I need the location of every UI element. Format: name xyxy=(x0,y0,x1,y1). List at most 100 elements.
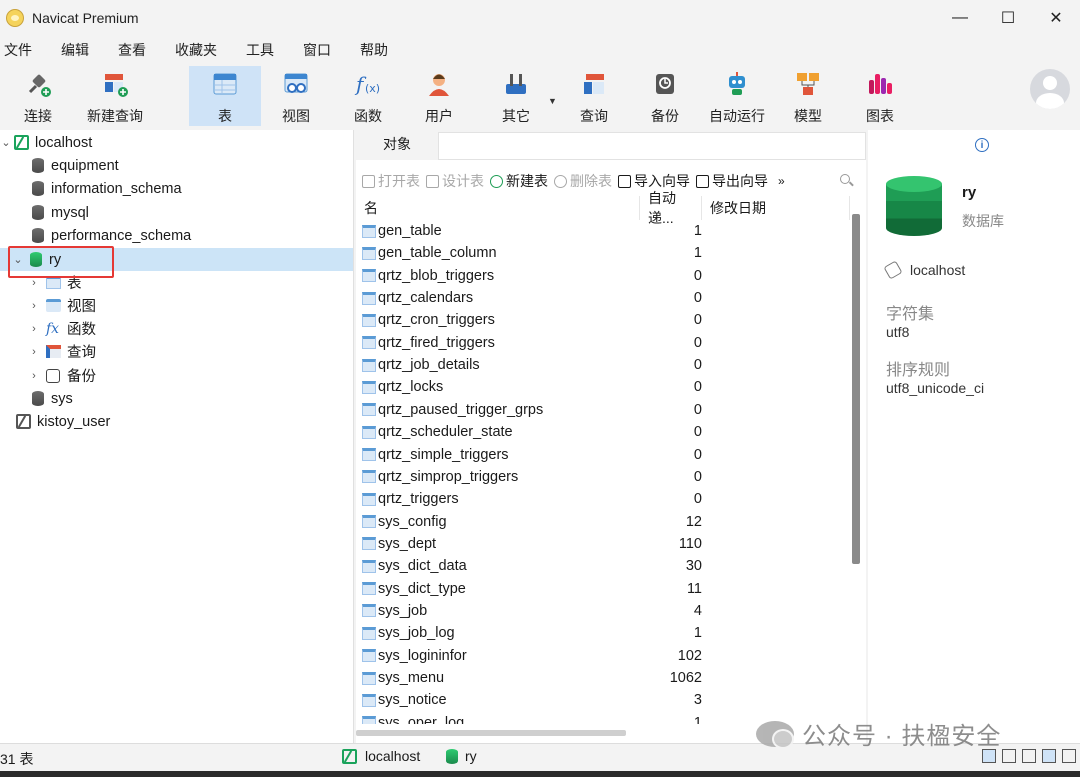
table-icon xyxy=(362,425,376,439)
tree-item-label: kistoy_user xyxy=(37,413,111,430)
table-row[interactable]: qrtz_simprop_triggers 0 xyxy=(356,466,850,488)
table-row[interactable]: sys_dict_type 11 xyxy=(356,578,850,600)
table-name: qrtz_cron_triggers xyxy=(378,312,495,329)
expand-arrow-icon[interactable]: › xyxy=(28,346,40,358)
table-name: sys_config xyxy=(378,513,447,530)
table-row[interactable]: sys_job_log 1 xyxy=(356,622,850,644)
close-button[interactable]: ✕ xyxy=(1032,0,1080,36)
tree-item-functions[interactable]: › fx 函数 xyxy=(0,317,353,340)
detail-view-icon[interactable] xyxy=(1002,749,1016,763)
new-query-button[interactable]: 新建查询 xyxy=(84,66,146,126)
minimize-button[interactable]: — xyxy=(936,0,984,36)
expand-arrow-icon[interactable]: › xyxy=(28,370,40,382)
info-icon[interactable]: i xyxy=(975,138,989,152)
avatar[interactable] xyxy=(1030,69,1070,109)
table-name-cell: sys_job xyxy=(362,600,427,622)
user-button[interactable]: 用户 xyxy=(415,66,463,126)
column-header-auto[interactable]: 自动递... xyxy=(640,190,702,226)
table-row[interactable]: qrtz_triggers 0 xyxy=(356,488,850,510)
tree-item-label: information_schema xyxy=(51,180,182,197)
table-row[interactable]: sys_notice 3 xyxy=(356,689,850,711)
connect-button[interactable]: 连接 xyxy=(14,66,62,126)
view-button[interactable]: 视图 xyxy=(272,66,320,126)
menu-view[interactable]: 查看 xyxy=(116,40,148,60)
horizontal-scrollbar[interactable] xyxy=(356,730,626,736)
column-header-modified[interactable]: 修改日期 xyxy=(702,196,850,220)
other-dropdown-icon[interactable]: ▼ xyxy=(548,96,557,106)
new-table-button[interactable]: 新建表 xyxy=(490,171,548,191)
more-actions-icon[interactable]: » xyxy=(778,174,785,188)
info-pane-icon[interactable] xyxy=(1042,749,1056,763)
table-name-cell: qrtz_paused_trigger_grps xyxy=(362,399,543,421)
tree-item-db[interactable]: performance_schema xyxy=(0,224,353,247)
table-row[interactable]: qrtz_calendars 0 xyxy=(356,287,850,309)
navicat-logo-icon xyxy=(6,9,24,27)
table-row[interactable]: qrtz_job_details 0 xyxy=(356,354,850,376)
menu-tools[interactable]: 工具 xyxy=(244,40,276,60)
menu-file[interactable]: 文件 xyxy=(2,40,34,60)
maximize-button[interactable]: ☐ xyxy=(984,0,1032,36)
table-row[interactable]: sys_dept 110 xyxy=(356,533,850,555)
column-header-name[interactable]: 名 xyxy=(356,196,640,220)
automation-button[interactable]: 自动运行 xyxy=(705,66,769,126)
tree-item-localhost[interactable]: ⌄ localhost xyxy=(0,131,353,154)
tree-item-backups[interactable]: › 备份 xyxy=(0,364,353,387)
table-row[interactable]: gen_table 1 xyxy=(356,220,850,242)
open-table-button[interactable]: 打开表 xyxy=(362,171,420,191)
expand-arrow-icon[interactable]: › xyxy=(28,277,40,289)
chart-button[interactable]: 图表 xyxy=(856,66,904,126)
auto-increment-cell: 1062 xyxy=(669,670,702,686)
database-icon xyxy=(32,228,44,243)
table-row[interactable]: qrtz_fired_triggers 0 xyxy=(356,332,850,354)
table-row[interactable]: qrtz_blob_triggers 0 xyxy=(356,265,850,287)
model-button[interactable]: 模型 xyxy=(784,66,832,126)
tree-item-queries[interactable]: › 查询 xyxy=(0,340,353,363)
taskbar-strip xyxy=(0,771,1080,777)
table-row[interactable]: qrtz_scheduler_state 0 xyxy=(356,421,850,443)
backup-button[interactable]: 备份 xyxy=(641,66,689,126)
expand-arrow-icon[interactable]: › xyxy=(28,323,40,335)
expand-arrow-icon[interactable]: ⌄ xyxy=(0,136,12,149)
status-database: ry xyxy=(446,748,477,764)
tree-item-kistoy-user[interactable]: kistoy_user xyxy=(0,410,353,433)
query-button[interactable]: 查询 xyxy=(570,66,618,126)
tab-objects[interactable]: 对象 xyxy=(356,130,438,160)
preview-pane-icon[interactable] xyxy=(1062,749,1076,763)
function-button[interactable]: f (x) 函数 xyxy=(344,66,392,126)
other-button[interactable]: 其它 xyxy=(492,66,540,126)
tree-item-db[interactable]: mysql xyxy=(0,201,353,224)
menu-window[interactable]: 窗口 xyxy=(301,40,333,60)
menu-help[interactable]: 帮助 xyxy=(358,40,390,60)
design-table-button[interactable]: 设计表 xyxy=(426,171,484,191)
table-row[interactable]: sys_logininfor 102 xyxy=(356,645,850,667)
table-icon xyxy=(362,336,376,350)
table-row[interactable]: qrtz_cron_triggers 0 xyxy=(356,309,850,331)
expand-arrow-icon[interactable]: › xyxy=(28,300,40,312)
menu-edit[interactable]: 编辑 xyxy=(59,40,91,60)
table-row[interactable]: qrtz_paused_trigger_grps 0 xyxy=(356,399,850,421)
table-row[interactable]: qrtz_locks 0 xyxy=(356,376,850,398)
table-row[interactable]: gen_table_column 1 xyxy=(356,242,850,264)
delete-table-button[interactable]: 删除表 xyxy=(554,171,612,191)
er-view-icon[interactable] xyxy=(1022,749,1036,763)
table-row[interactable]: sys_dict_data 30 xyxy=(356,555,850,577)
export-wizard-button[interactable]: 导出向导 xyxy=(696,171,768,191)
table-name: qrtz_triggers xyxy=(378,491,459,508)
tree-item-db[interactable]: sys xyxy=(0,387,353,410)
table-row[interactable]: sys_menu 1062 xyxy=(356,667,850,689)
list-view-icon[interactable] xyxy=(982,749,996,763)
menu-favorites[interactable]: 收藏夹 xyxy=(173,40,219,60)
tree-item-views[interactable]: › 视图 xyxy=(0,294,353,317)
search-icon[interactable] xyxy=(840,174,850,184)
table-row[interactable]: sys_job 4 xyxy=(356,600,850,622)
table-button[interactable]: 表 xyxy=(189,66,261,126)
table-row[interactable]: sys_config 12 xyxy=(356,511,850,533)
vertical-scrollbar[interactable] xyxy=(852,214,860,564)
tree-item-db[interactable]: equipment xyxy=(0,154,353,177)
view-icon xyxy=(282,70,310,98)
table-name-cell: sys_dict_data xyxy=(362,555,467,577)
query-icon xyxy=(580,70,608,98)
table-row[interactable]: qrtz_simple_triggers 0 xyxy=(356,444,850,466)
tree-item-db[interactable]: information_schema xyxy=(0,177,353,200)
table-name-cell: qrtz_triggers xyxy=(362,488,459,510)
